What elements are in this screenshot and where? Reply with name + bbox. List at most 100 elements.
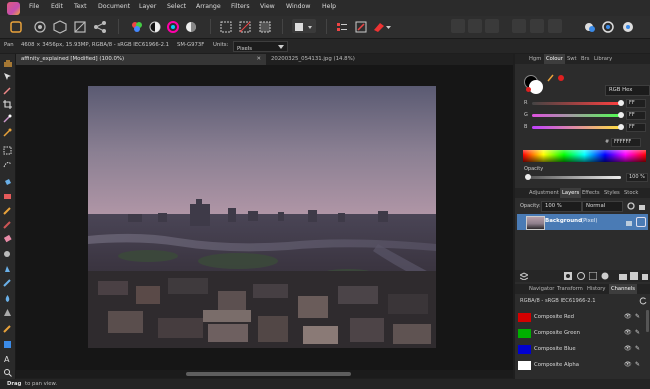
- secondary-colour-swatch[interactable]: [529, 80, 543, 94]
- tab-swatches[interactable]: Swt: [565, 54, 579, 64]
- menu-file[interactable]: File: [29, 3, 39, 10]
- menu-layer[interactable]: Layer: [139, 3, 156, 10]
- colour-model-dropdown[interactable]: RGB Hex: [605, 85, 650, 96]
- green-slider-knob[interactable]: [618, 112, 624, 118]
- persona-export-icon[interactable]: [93, 19, 107, 33]
- opacity-slider-knob[interactable]: [525, 174, 531, 180]
- menu-document[interactable]: Document: [98, 3, 130, 10]
- select-rectangle-icon[interactable]: [219, 19, 233, 33]
- arrange-forward-icon[interactable]: [548, 19, 562, 33]
- red-slider[interactable]: [532, 102, 621, 105]
- auto-contrast-icon[interactable]: [148, 19, 162, 33]
- invert-selection-icon[interactable]: [258, 19, 272, 33]
- arrange-front-icon[interactable]: [530, 19, 544, 33]
- green-value-field[interactable]: FF: [626, 111, 646, 120]
- layer-lock-icon[interactable]: [625, 218, 633, 226]
- adjustment-icon[interactable]: [577, 272, 585, 280]
- auto-colors-icon[interactable]: [166, 19, 180, 33]
- deselect-icon[interactable]: [238, 19, 252, 33]
- auto-white-balance-icon[interactable]: [184, 19, 198, 33]
- green-slider[interactable]: [532, 114, 621, 117]
- hex-value-field[interactable]: FFFFFF: [611, 138, 641, 147]
- blue-slider-knob[interactable]: [618, 124, 624, 130]
- tab-affinity-explained[interactable]: affinity_explained [Modified] (100.0%) ✕: [16, 54, 266, 65]
- tab-transform[interactable]: Transform: [555, 284, 585, 294]
- colour-dot-red[interactable]: [558, 75, 564, 81]
- channel-row-red[interactable]: Composite Red 👁 ✎: [515, 310, 650, 325]
- menu-select[interactable]: Select: [167, 3, 186, 10]
- erase-brush-tool-icon[interactable]: [3, 234, 12, 243]
- align-right-icon[interactable]: [485, 19, 499, 33]
- units-dropdown[interactable]: Pixels: [233, 41, 288, 52]
- horizontal-scrollbar[interactable]: [16, 370, 513, 378]
- shape-tool-icon[interactable]: [3, 340, 12, 349]
- red-slider-knob[interactable]: [618, 100, 624, 106]
- clone-tool-icon[interactable]: [3, 264, 12, 273]
- pencil-icon[interactable]: ✎: [635, 361, 640, 368]
- red-eye-icon[interactable]: [372, 19, 386, 33]
- move-tool-icon[interactable]: [3, 72, 12, 81]
- settings-gear-icon[interactable]: [627, 202, 635, 210]
- dodge-tool-icon[interactable]: [3, 250, 12, 259]
- tab-effects[interactable]: Effects: [580, 188, 602, 198]
- fx-icon[interactable]: [601, 272, 609, 280]
- mode-dropdown[interactable]: [292, 19, 316, 33]
- tab-layers[interactable]: Layers: [560, 188, 582, 198]
- pencil-icon[interactable]: ✎: [635, 313, 640, 320]
- crop-tool-icon[interactable]: [3, 100, 12, 109]
- pencil-icon[interactable]: ✎: [635, 329, 640, 336]
- eye-icon[interactable]: 👁: [624, 345, 632, 352]
- delete-layer-icon[interactable]: [641, 272, 649, 280]
- menu-filters[interactable]: Filters: [231, 3, 250, 10]
- flood-fill-tool-icon[interactable]: [3, 178, 12, 187]
- tab-brushes[interactable]: Brs: [579, 54, 591, 64]
- flood-select-tool-icon[interactable]: [3, 128, 12, 137]
- arrange-back-icon[interactable]: [512, 19, 526, 33]
- persona-develop-icon[interactable]: [53, 19, 67, 34]
- mask-icon[interactable]: [564, 272, 572, 280]
- group-folder-icon[interactable]: [619, 272, 627, 280]
- eye-icon[interactable]: 👁: [624, 313, 632, 320]
- pen-tool-icon[interactable]: [3, 324, 12, 333]
- menu-view[interactable]: View: [260, 3, 275, 10]
- paint-brush-tool-icon[interactable]: [3, 206, 12, 215]
- view-tool-icon[interactable]: [3, 58, 12, 67]
- blend-mode-dropdown[interactable]: Normal: [582, 201, 623, 212]
- refresh-icon[interactable]: [639, 297, 647, 305]
- channel-row-green[interactable]: Composite Green 👁 ✎: [515, 326, 650, 341]
- scrollbar-thumb[interactable]: [186, 372, 351, 376]
- menu-help[interactable]: Help: [322, 3, 336, 10]
- preferences-icon[interactable]: [621, 19, 635, 33]
- blur-brush-tool-icon[interactable]: [3, 294, 12, 303]
- align-left-icon[interactable]: [451, 19, 465, 33]
- tab-library[interactable]: Library: [592, 54, 614, 64]
- city-sunset-photo[interactable]: [88, 86, 436, 348]
- persona-tone-map-icon[interactable]: [73, 19, 87, 33]
- layer-row-background[interactable]: Background (Pixel): [517, 214, 648, 230]
- gradient-tool-icon[interactable]: [3, 192, 12, 201]
- close-icon[interactable]: ✕: [256, 54, 261, 65]
- auto-levels-icon[interactable]: [130, 19, 144, 33]
- tab-colour[interactable]: Colour: [544, 54, 565, 64]
- tab-channels[interactable]: Channels: [609, 284, 637, 294]
- text-tool-icon[interactable]: A: [3, 354, 12, 363]
- lock-icon[interactable]: [638, 202, 646, 210]
- swap-colours-icon[interactable]: [547, 73, 555, 83]
- tab-histogram[interactable]: Hgm: [527, 54, 543, 64]
- color-picker-tool-icon[interactable]: [3, 86, 12, 95]
- menu-window[interactable]: Window: [286, 3, 310, 10]
- quick-mask-icon[interactable]: [335, 19, 349, 33]
- menu-edit[interactable]: Edit: [51, 3, 63, 10]
- channels-scrollbar[interactable]: [646, 310, 649, 332]
- add-layer-icon[interactable]: [630, 272, 638, 280]
- align-center-icon[interactable]: [468, 19, 482, 33]
- tab-adjustment[interactable]: Adjustment: [527, 188, 561, 198]
- tab-stock[interactable]: Stock: [622, 188, 640, 198]
- layer-visibility-checkbox[interactable]: [636, 217, 646, 227]
- zoom-tool-icon[interactable]: [3, 368, 12, 377]
- eye-icon[interactable]: 👁: [624, 361, 632, 368]
- menu-text[interactable]: Text: [74, 3, 87, 10]
- tab-styles[interactable]: Styles: [602, 188, 622, 198]
- freehand-select-tool-icon[interactable]: [3, 160, 12, 169]
- menu-arrange[interactable]: Arrange: [196, 3, 221, 10]
